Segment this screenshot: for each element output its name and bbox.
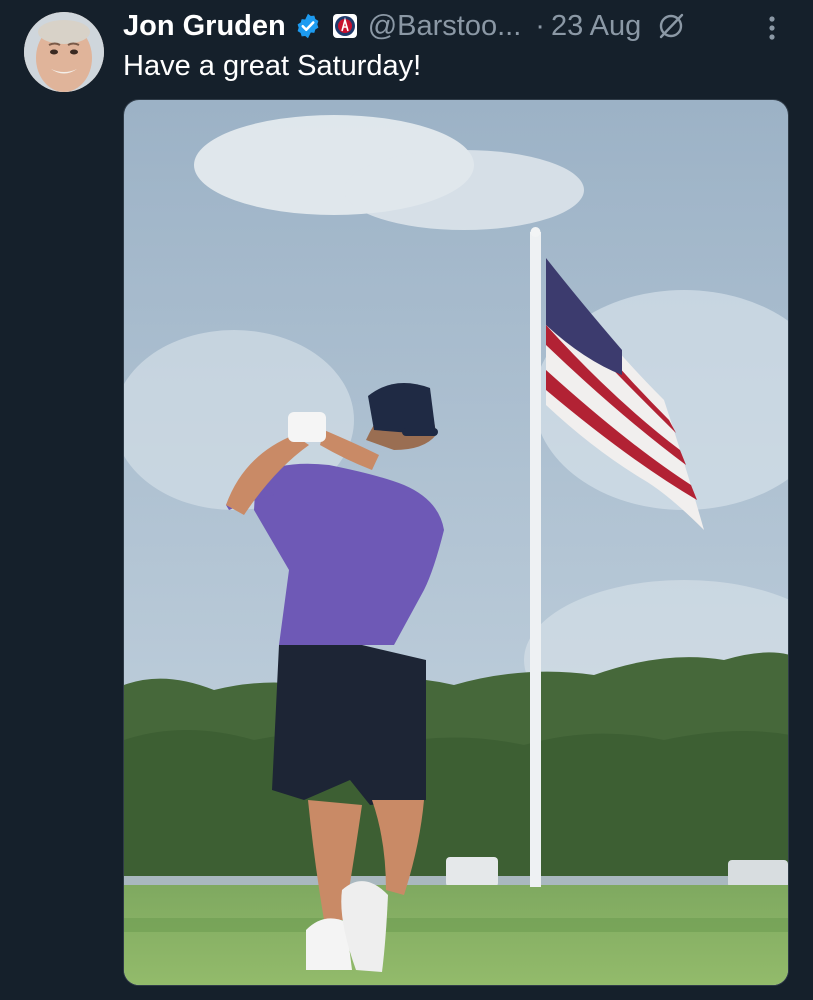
avatar[interactable] [24,12,104,92]
tweet-header: Jon Gruden @Barstoo... · 23 Aug [123,6,687,46]
tweet-photo[interactable] [123,99,789,986]
verified-badge-icon [294,12,322,40]
timestamp[interactable]: 23 Aug [551,10,641,43]
author-handle[interactable]: @Barstoo... [368,10,522,43]
author-name[interactable]: Jon Gruden [123,10,286,43]
tweet[interactable]: Jon Gruden @Barstoo... · 23 Aug Have a g… [0,0,813,1000]
affiliate-badge-icon[interactable] [332,13,358,39]
separator: · [535,9,545,42]
grok-icon[interactable] [655,10,687,42]
tweet-text: Have a great Saturday! [123,50,422,82]
golf-photo [124,100,788,985]
avatar-image [24,12,104,92]
more-vertical-icon[interactable] [760,10,784,46]
